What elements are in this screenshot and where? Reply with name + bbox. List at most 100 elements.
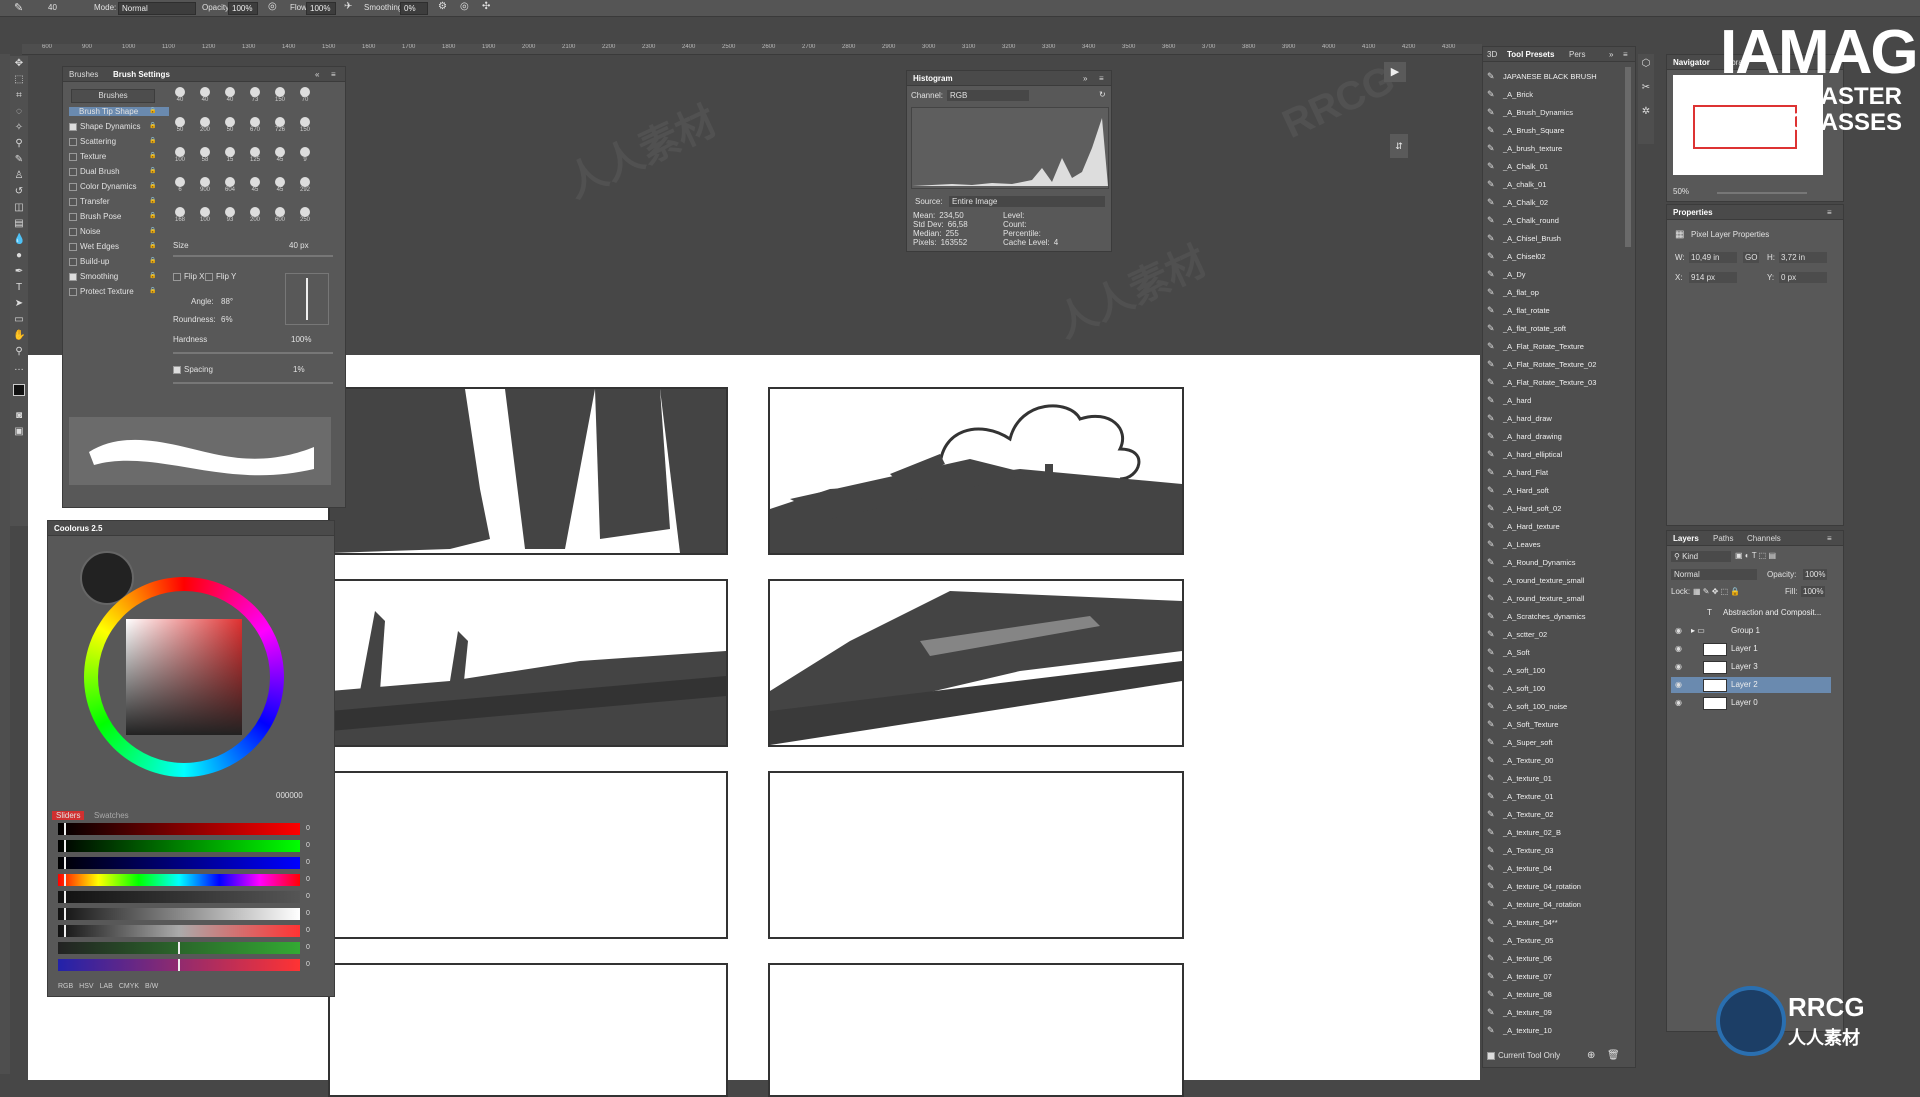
type-tool-icon[interactable]: T — [13, 282, 25, 294]
slider-knob[interactable] — [64, 840, 66, 852]
brush-option-checkbox[interactable] — [69, 197, 77, 206]
layer-row[interactable]: ◉ Layer 1 — [1671, 641, 1831, 657]
eye-icon[interactable]: ◉ — [1675, 698, 1682, 707]
brush-tip[interactable]: 50 — [173, 117, 187, 143]
eye-icon[interactable]: ◉ — [1675, 662, 1682, 671]
tab-brush-settings[interactable]: Brush Settings — [113, 70, 170, 79]
tool-preset-item[interactable]: ✎ _A_Flat_Rotate_Texture_02 — [1487, 357, 1605, 371]
smoothing-field[interactable]: 0% — [400, 2, 428, 15]
spacing-slider[interactable] — [173, 382, 333, 384]
brush-option-9[interactable]: Wet Edges 🔒 — [69, 242, 159, 251]
lock-icon[interactable]: 🔒 — [149, 152, 156, 159]
brush-option-checkbox[interactable] — [69, 167, 77, 176]
tool-preset-item[interactable]: ✎ _A_Brush_Square — [1487, 123, 1605, 137]
tool-preset-item[interactable]: ✎ _A_texture_04 — [1487, 861, 1605, 875]
brush-tip-grid[interactable]: 40 40 40 73 150 70 50 200 50 670 726 150 100 58 15 125 4… — [173, 87, 333, 247]
tool-preset-item[interactable]: ✎ _A_Hard_soft_02 — [1487, 501, 1605, 515]
slider-knob[interactable] — [64, 823, 66, 835]
brush-tip[interactable]: 93 — [223, 207, 237, 233]
brush-tip[interactable]: 726 — [273, 117, 287, 143]
slider-knob[interactable] — [178, 959, 180, 971]
pressure-size-icon[interactable]: ◎ — [460, 1, 469, 12]
brush-tip[interactable]: 40 — [198, 87, 212, 113]
lock-icon[interactable]: 🔒 — [149, 242, 156, 249]
tool-preset-item[interactable]: ✎ _A_hard_elliptical — [1487, 447, 1605, 461]
brush-tip[interactable]: 40 — [223, 87, 237, 113]
current-tool-only-checkbox[interactable]: Current Tool Only — [1487, 1051, 1560, 1060]
brush-tip[interactable]: 40 — [173, 87, 187, 113]
tool-preset-item[interactable]: ✎ _A_Texture_00 — [1487, 753, 1605, 767]
brush-option-1[interactable]: Shape Dynamics 🔒 — [69, 122, 159, 131]
saturation-value-square[interactable] — [126, 619, 242, 735]
tool-preset-item[interactable]: ✎ _A_texture_06 — [1487, 951, 1605, 965]
color-slider-value[interactable]: 0 — [306, 859, 310, 866]
airbrush-icon[interactable]: ✈ — [344, 1, 352, 12]
brush-tip[interactable]: 292 — [298, 177, 312, 203]
flip-x-checkbox[interactable]: Flip X — [173, 272, 204, 281]
color-slider-value[interactable]: 0 — [306, 876, 310, 883]
color-slider-value[interactable]: 0 — [306, 910, 310, 917]
panel-menu-icon[interactable]: ≡ — [1827, 534, 1832, 543]
preset-scrollbar[interactable] — [1625, 67, 1631, 247]
tab-paths[interactable]: Paths — [1713, 534, 1733, 543]
tab-tool-presets[interactable]: Tool Presets — [1507, 50, 1554, 59]
tool-preset-item[interactable]: ✎ _A_texture_02_B — [1487, 825, 1605, 839]
tool-preset-item[interactable]: ✎ _A_Leaves — [1487, 537, 1605, 551]
tool-preset-item[interactable]: ✎ _A_texture_08 — [1487, 987, 1605, 1001]
dodge-icon[interactable]: ● — [13, 250, 25, 262]
tab-navigator[interactable]: Navigator — [1673, 58, 1710, 67]
color-mode-tab[interactable]: LAB — [100, 983, 113, 990]
blur-icon[interactable]: 💧 — [13, 234, 25, 246]
tool-preset-item[interactable]: ✎ _A_hard_Flat — [1487, 465, 1605, 479]
shape-tool-icon[interactable]: ▭ — [13, 314, 25, 326]
color-slider[interactable] — [58, 891, 300, 903]
path-select-icon[interactable]: ➤ — [13, 298, 25, 310]
eye-icon[interactable]: ◉ — [1675, 680, 1682, 689]
brush-option-checkbox[interactable] — [69, 242, 77, 251]
mini-panel-icon[interactable]: ⇵ — [1390, 134, 1408, 158]
tool-preset-item[interactable]: ✎ _A_soft_100 — [1487, 663, 1605, 677]
layer-row[interactable]: ◉ Layer 3 — [1671, 659, 1831, 675]
brush-option-checkbox[interactable] — [69, 137, 77, 146]
brush-tip[interactable]: 900 — [198, 177, 212, 203]
brush-option-checkbox[interactable] — [69, 122, 77, 131]
tool-preset-item[interactable]: ✎ _A_Dy — [1487, 267, 1605, 281]
tool-preset-item[interactable]: ✎ _A_Texture_03 — [1487, 843, 1605, 857]
lasso-tool-icon[interactable]: ◌ — [13, 106, 25, 118]
layer-filter-icons[interactable]: ▣ ◐ T ⬚ ▤ — [1735, 551, 1776, 560]
brush-option-2[interactable]: Scattering 🔒 — [69, 137, 159, 146]
lock-icon[interactable]: 🔒 — [149, 227, 156, 234]
tool-preset-item[interactable]: ✎ _A_soft_100_noise — [1487, 699, 1605, 713]
lock-icon[interactable]: 🔒 — [149, 287, 156, 294]
tool-preset-item[interactable]: ✎ _A_hard — [1487, 393, 1605, 407]
tool-preset-item[interactable]: ✎ _A_Super_soft — [1487, 735, 1605, 749]
fill-field[interactable]: 100% — [1801, 586, 1826, 597]
tool-preset-item[interactable]: ✎ _A_Soft — [1487, 645, 1605, 659]
brush-option-3[interactable]: Texture 🔒 — [69, 152, 159, 161]
flow-field[interactable]: 100% — [306, 2, 336, 15]
brush-tip[interactable]: 100 — [198, 207, 212, 233]
lock-icon[interactable]: 🔒 — [149, 182, 156, 189]
layer-row[interactable]: ◉ Layer 2 — [1671, 677, 1831, 693]
stamp-icon[interactable]: ♙ — [13, 170, 25, 182]
tool-preset-item[interactable]: ✎ _A_chalk_01 — [1487, 177, 1605, 191]
panel-menu-icon[interactable]: ≡ — [1623, 50, 1628, 59]
brush-option-8[interactable]: Noise 🔒 — [69, 227, 159, 236]
opacity-field[interactable]: 100% — [228, 2, 258, 15]
mode-select[interactable]: Normal — [118, 2, 196, 15]
slider-knob[interactable] — [64, 857, 66, 869]
tool-preset-item[interactable]: ✎ _A_Soft_Texture — [1487, 717, 1605, 731]
tool-preset-item[interactable]: ✎ _A_brush_texture — [1487, 141, 1605, 155]
color-slider-value[interactable]: 0 — [306, 944, 310, 951]
layer-row[interactable]: ◉ ▸ ▭ Group 1 — [1671, 623, 1831, 639]
brush-tip[interactable]: 600 — [273, 207, 287, 233]
slider-knob[interactable] — [64, 925, 66, 937]
brush-tip[interactable]: 670 — [248, 117, 262, 143]
layer-opacity-field[interactable]: 100% — [1803, 569, 1828, 580]
brush-tip[interactable]: 45 — [273, 147, 287, 173]
eye-icon[interactable]: ◉ — [1675, 644, 1682, 653]
tool-preset-item[interactable]: ✎ _A_flat_op — [1487, 285, 1605, 299]
color-slider[interactable] — [58, 874, 300, 886]
gradient-icon[interactable]: ▤ — [13, 218, 25, 230]
tool-preset-item[interactable]: ✎ _A_Texture_01 — [1487, 789, 1605, 803]
